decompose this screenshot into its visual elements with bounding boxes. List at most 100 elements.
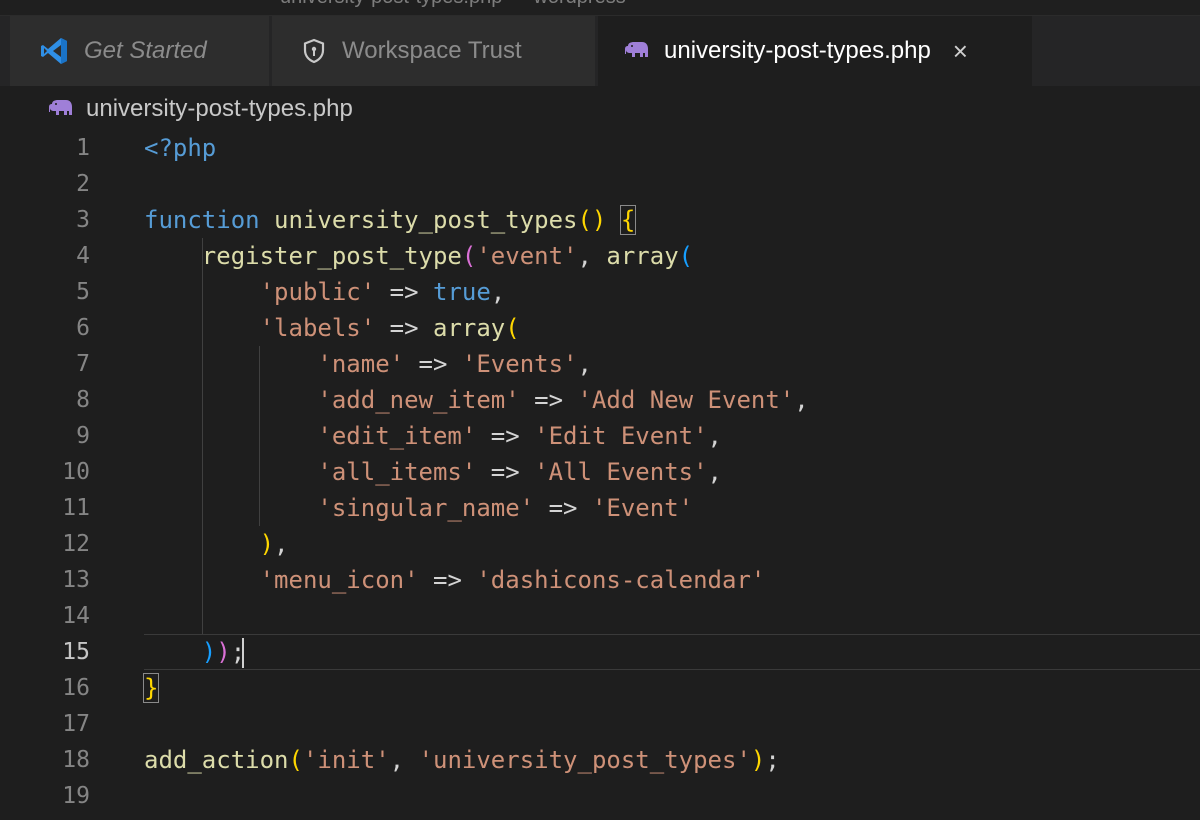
line-number: 18	[62, 747, 90, 773]
string: 'dashicons-calendar'	[476, 566, 766, 594]
code-line: 7 'name' => 'Events',	[0, 346, 1200, 382]
code-line: 3 function university_post_types() {	[0, 202, 1200, 238]
string: 'add_new_item'	[317, 386, 520, 414]
line-number: 8	[76, 387, 90, 413]
operator: =>	[389, 278, 419, 306]
tab-workspace-trust[interactable]: Workspace Trust	[272, 16, 596, 86]
operator: =>	[418, 350, 448, 378]
matched-bracket: }	[143, 673, 160, 703]
php-elephant-icon	[624, 40, 650, 62]
line-content: ));	[201, 638, 246, 666]
editor-tab-bar: Get Started Workspace Trust university-p…	[0, 16, 1200, 86]
string: 'all_items'	[317, 458, 477, 486]
code-line: 4 register_post_type('event', array(	[0, 238, 1200, 274]
code-editor[interactable]: 1 <?php 2 3 function university_post_typ…	[0, 130, 1200, 820]
operator: =>	[490, 458, 520, 486]
line-number: 12	[62, 531, 90, 557]
code-line: 12 ),	[0, 526, 1200, 562]
matched-bracket: {	[619, 205, 637, 235]
code-line: 18 add_action('init', 'university_post_t…	[0, 742, 1200, 778]
function-call: register_post_type	[201, 242, 462, 270]
breadcrumb: university-post-types.php	[0, 86, 1200, 132]
line-number: 15	[62, 639, 90, 665]
tab-get-started[interactable]: Get Started	[10, 16, 270, 86]
string: 'Edit Event'	[534, 422, 708, 450]
php-elephant-icon	[48, 98, 74, 120]
tab-label: Get Started	[84, 37, 207, 64]
code-line: 2	[0, 166, 1200, 202]
operator: =>	[490, 422, 520, 450]
window-title: university-post-types.php — wordpress	[280, 0, 626, 9]
line-number: 13	[62, 567, 90, 593]
line-number: 9	[76, 423, 90, 449]
line-number: 2	[76, 171, 90, 197]
operator: =>	[534, 386, 564, 414]
code-line: 10 'all_items' => 'All Events',	[0, 454, 1200, 490]
line-content: register_post_type('event', array(	[201, 242, 694, 270]
breadcrumb-file[interactable]: university-post-types.php	[86, 95, 353, 123]
shield-icon	[300, 37, 328, 65]
constant: true	[433, 278, 491, 306]
line-number: 10	[62, 459, 90, 485]
text-cursor	[242, 638, 244, 668]
tab-label: Workspace Trust	[342, 37, 522, 64]
string: 'Events'	[461, 350, 578, 378]
string: 'Event'	[591, 494, 694, 522]
window-titlebar: university-post-types.php — wordpress	[0, 0, 1200, 16]
keyword: function	[144, 206, 260, 234]
line-number: 5	[76, 279, 90, 305]
line-number: 4	[76, 243, 90, 269]
code-line: 1 <?php	[0, 130, 1200, 166]
code-line: 17	[0, 706, 1200, 742]
function-name: university_post_types	[274, 206, 578, 234]
operator: =>	[433, 566, 462, 594]
code-line: 13 'menu_icon' => 'dashicons-calendar'	[0, 562, 1200, 598]
line-number: 19	[62, 783, 90, 809]
line-content: <?php	[144, 130, 216, 166]
code-line: 19	[0, 778, 1200, 814]
line-number: 16	[62, 675, 90, 701]
code-line: 9 'edit_item' => 'Edit Event',	[0, 418, 1200, 454]
line-content: 'name' => 'Events',	[317, 350, 592, 378]
line-number: 7	[76, 351, 90, 377]
line-number: 17	[62, 711, 90, 737]
line-content: 'menu_icon' => 'dashicons-calendar'	[144, 562, 766, 598]
line-number: 11	[62, 495, 90, 521]
line-number: 1	[76, 135, 90, 161]
code-line: 6 'labels' => array(	[0, 310, 1200, 346]
string: 'labels'	[259, 314, 376, 342]
operator: =>	[389, 314, 419, 342]
code-line: 5 'public' => true,	[0, 274, 1200, 310]
tab-university-post-types-php[interactable]: university-post-types.php ×	[598, 16, 1032, 86]
string: 'Add New Event'	[577, 386, 795, 414]
string: 'event'	[476, 242, 578, 270]
operator: =>	[548, 494, 578, 522]
line-number: 6	[76, 315, 90, 341]
line-content: 'singular_name' => 'Event'	[144, 490, 693, 526]
line-content: 'public' => true,	[259, 278, 506, 306]
close-icon[interactable]: ×	[953, 38, 968, 64]
string: 'menu_icon'	[259, 566, 419, 594]
line-content: 'add_new_item' => 'Add New Event',	[317, 386, 809, 414]
tab-label: university-post-types.php	[664, 37, 931, 64]
line-content: 'labels' => array(	[259, 314, 520, 342]
code-line-active: 15 ));	[0, 634, 1200, 670]
string: 'singular_name'	[317, 494, 535, 522]
string: 'public'	[259, 278, 376, 306]
line-number: 14	[62, 603, 90, 629]
code-line: 16 }	[0, 670, 1200, 706]
vscode-logo-icon	[38, 35, 70, 67]
string: 'name'	[317, 350, 405, 378]
code-line: 11 'singular_name' => 'Event'	[0, 490, 1200, 526]
code-line: 8 'add_new_item' => 'Add New Event',	[0, 382, 1200, 418]
string: 'edit_item'	[317, 422, 477, 450]
php-open-tag: <?php	[144, 134, 217, 162]
function-call: array	[433, 314, 506, 342]
line-content: ),	[259, 530, 289, 558]
line-content: }	[143, 670, 160, 706]
line-content: 'all_items' => 'All Events',	[317, 458, 722, 486]
string: 'All Events'	[534, 458, 708, 486]
function-call: array	[606, 242, 679, 270]
function-call: add_action	[144, 746, 289, 774]
string: 'university_post_types'	[418, 746, 751, 774]
